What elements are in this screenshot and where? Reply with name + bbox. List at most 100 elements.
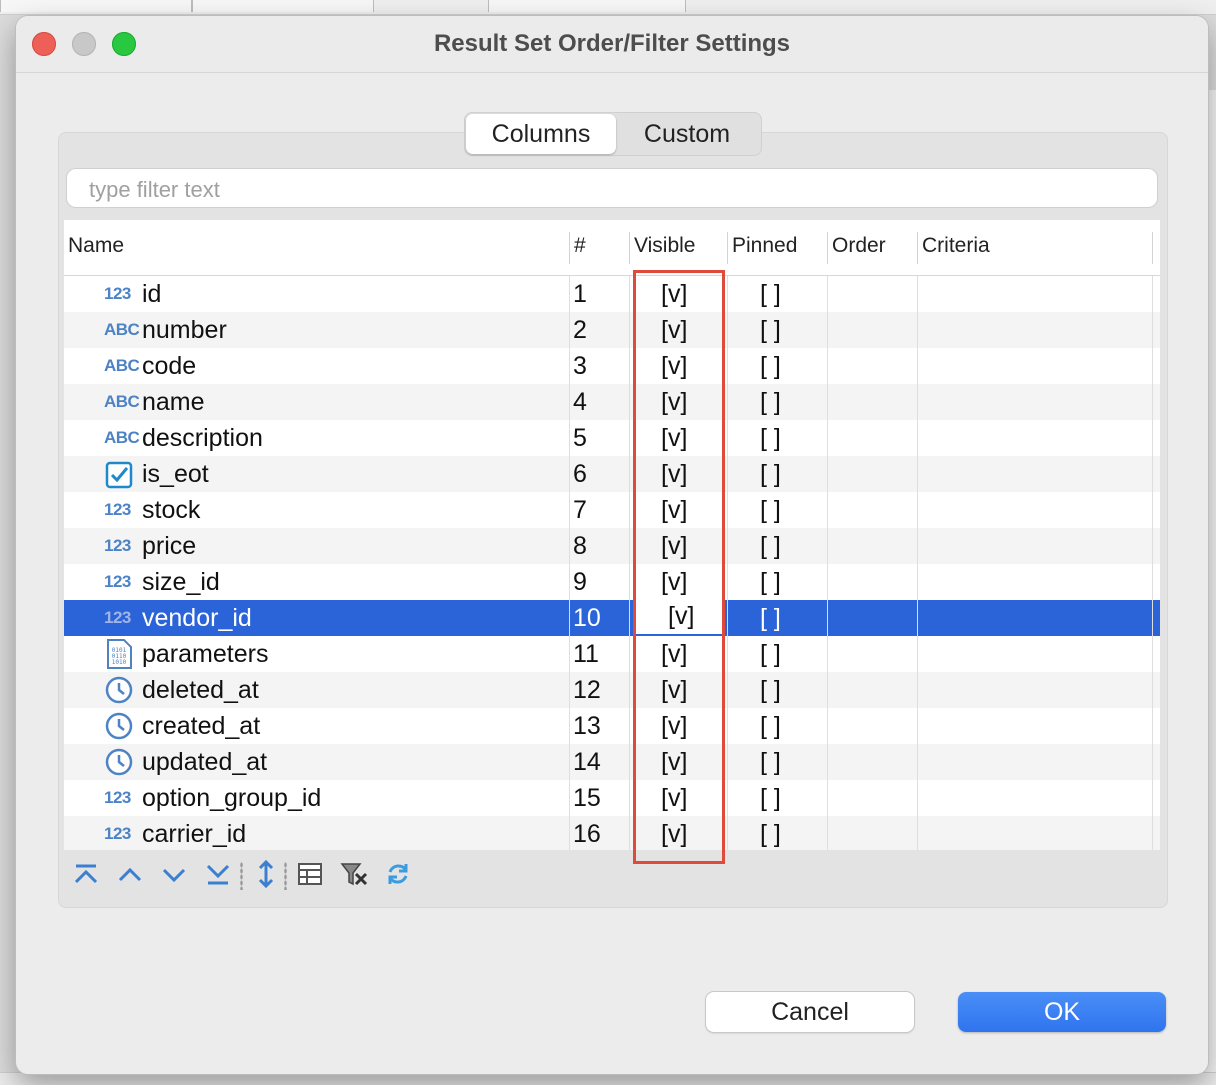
pinned-toggle[interactable]: [ ]	[760, 280, 781, 309]
table-row[interactable]: is_eot 6 [v] [ ]	[64, 456, 1160, 492]
move-to-top-icon[interactable]	[70, 858, 102, 890]
visible-toggle[interactable]: [v]	[661, 280, 687, 309]
boolean-type-icon	[104, 461, 138, 489]
table-config-icon[interactable]	[294, 858, 326, 890]
numeric-type-icon: 123	[104, 282, 138, 306]
table-row[interactable]: ABC name 4 [v] [ ]	[64, 384, 1160, 420]
header-pinned[interactable]: Pinned	[732, 234, 797, 258]
column-index: 8	[573, 532, 587, 560]
visible-toggle-editor[interactable]: [v]	[636, 600, 722, 636]
column-name: created_at	[142, 712, 261, 740]
table-row[interactable]: ABC number 2 [v] [ ]	[64, 312, 1160, 348]
pinned-toggle[interactable]: [ ]	[760, 712, 781, 741]
table-row[interactable]: 0101 0110 1010 parameters 11 [v] [ ]	[64, 636, 1160, 672]
column-index: 13	[573, 712, 601, 740]
header-order[interactable]: Order	[832, 234, 886, 258]
type-label: 123	[104, 284, 131, 303]
refresh-icon[interactable]	[382, 858, 414, 890]
move-up-icon[interactable]	[114, 858, 146, 890]
numeric-type-icon: 123	[104, 606, 138, 630]
pinned-toggle[interactable]: [ ]	[760, 496, 781, 525]
column-name: number	[142, 316, 227, 344]
visible-toggle[interactable]: [v]	[661, 388, 687, 417]
header-criteria[interactable]: Criteria	[922, 234, 990, 258]
visible-toggle[interactable]: [v]	[661, 748, 687, 777]
pinned-toggle[interactable]: [ ]	[760, 388, 781, 417]
filter-input[interactable]	[87, 175, 1091, 205]
column-name: size_id	[142, 568, 220, 596]
pinned-toggle[interactable]: [ ]	[760, 532, 781, 561]
table-header: Name # Visible Pinned Order Criteria	[64, 220, 1160, 276]
string-type-icon: ABC	[104, 318, 140, 342]
table-row[interactable]: 123 price 8 [v] [ ]	[64, 528, 1160, 564]
type-label: 123	[104, 824, 131, 843]
table-row[interactable]: 123 stock 7 [v] [ ]	[64, 492, 1160, 528]
table-row-selected[interactable]: 123 vendor_id 10 [v] [ ]	[64, 600, 1160, 636]
pinned-toggle[interactable]: [ ]	[760, 820, 781, 849]
numeric-type-icon: 123	[104, 822, 138, 846]
table-row[interactable]: ABC code 3 [v] [ ]	[64, 348, 1160, 384]
column-name: description	[142, 424, 263, 452]
visible-toggle[interactable]: [v]	[661, 640, 687, 669]
visible-toggle[interactable]: [v]	[661, 352, 687, 381]
column-index: 15	[573, 784, 601, 812]
type-label: 123	[104, 608, 131, 627]
table-row[interactable]: 123 option_group_id 15 [v] [ ]	[64, 780, 1160, 816]
tab-columns[interactable]: Columns	[466, 114, 616, 154]
numeric-type-icon: 123	[104, 570, 138, 594]
column-name: name	[142, 388, 205, 416]
pinned-toggle[interactable]: [ ]	[760, 424, 781, 453]
visible-toggle[interactable]: [v]	[661, 424, 687, 453]
visible-toggle[interactable]: [v]	[661, 784, 687, 813]
string-type-icon: ABC	[104, 354, 140, 378]
table-row[interactable]: updated_at 14 [v] [ ]	[64, 744, 1160, 780]
pinned-toggle[interactable]: [ ]	[760, 784, 781, 813]
pinned-toggle[interactable]: [ ]	[760, 352, 781, 381]
tab-custom[interactable]: Custom	[614, 112, 760, 156]
move-to-bottom-icon[interactable]	[202, 858, 234, 890]
pinned-toggle[interactable]: [ ]	[760, 748, 781, 777]
table-row[interactable]: 123 id 1 [v] [ ]	[64, 276, 1160, 312]
pinned-toggle[interactable]: [ ]	[760, 460, 781, 489]
visible-toggle[interactable]: [v]	[661, 676, 687, 705]
move-down-icon[interactable]	[158, 858, 190, 890]
header-name[interactable]: Name	[68, 234, 124, 258]
column-index: 12	[573, 676, 601, 704]
table-row[interactable]: deleted_at 12 [v] [ ]	[64, 672, 1160, 708]
visible-toggle[interactable]: [v]	[661, 820, 687, 849]
background-app-tabbar	[0, 0, 1216, 15]
string-type-icon: ABC	[104, 426, 140, 450]
visible-toggle[interactable]: [v]	[661, 712, 687, 741]
header-num[interactable]: #	[574, 234, 586, 258]
order-filter-dialog: Result Set Order/Filter Settings Columns…	[16, 16, 1208, 1074]
sort-icon[interactable]	[250, 858, 282, 890]
table-row[interactable]: created_at 13 [v] [ ]	[64, 708, 1160, 744]
reset-filter-icon[interactable]	[338, 858, 370, 890]
cancel-button[interactable]: Cancel	[706, 992, 914, 1032]
table-row[interactable]: 123 carrier_id 16 [v] [ ]	[64, 816, 1160, 850]
type-label: 123	[104, 500, 131, 519]
columns-table: Name # Visible Pinned Order Criteria 123…	[64, 220, 1160, 850]
visible-toggle[interactable]: [v]	[661, 532, 687, 561]
header-visible[interactable]: Visible	[634, 234, 695, 258]
pinned-toggle[interactable]: [ ]	[760, 676, 781, 705]
visible-toggle[interactable]: [v]	[661, 496, 687, 525]
column-index: 7	[573, 496, 587, 524]
visible-toggle[interactable]: [v]	[661, 460, 687, 489]
type-label: ABC	[104, 356, 140, 375]
pinned-toggle[interactable]: [ ]	[760, 604, 781, 633]
datetime-type-icon	[104, 748, 138, 776]
type-label: ABC	[104, 428, 140, 447]
pinned-toggle[interactable]: [ ]	[760, 640, 781, 669]
pinned-toggle[interactable]: [ ]	[760, 568, 781, 597]
type-label: 123	[104, 788, 131, 807]
table-row[interactable]: ABC description 5 [v] [ ]	[64, 420, 1160, 456]
column-index: 16	[573, 820, 601, 848]
ok-button[interactable]: OK	[958, 992, 1166, 1032]
visible-toggle[interactable]: [v]	[661, 316, 687, 345]
column-name: vendor_id	[142, 604, 252, 632]
table-row[interactable]: 123 size_id 9 [v] [ ]	[64, 564, 1160, 600]
column-index: 5	[573, 424, 587, 452]
visible-toggle[interactable]: [v]	[661, 568, 687, 597]
pinned-toggle[interactable]: [ ]	[760, 316, 781, 345]
